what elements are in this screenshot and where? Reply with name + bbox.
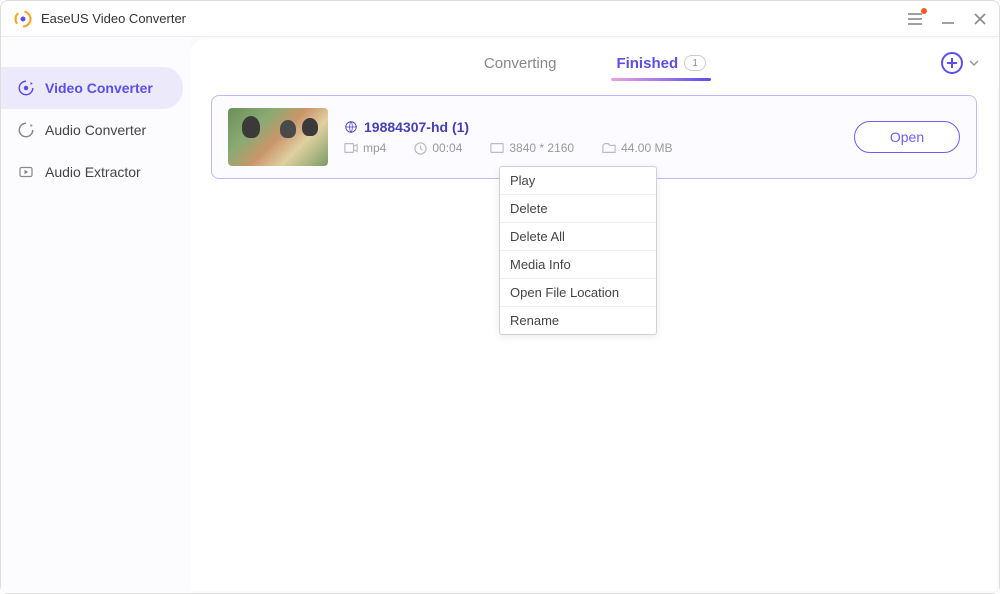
- context-menu-rename[interactable]: Rename: [500, 307, 656, 334]
- chevron-down-icon: [969, 58, 979, 68]
- app-title: EaseUS Video Converter: [41, 11, 907, 26]
- video-icon: [344, 142, 358, 154]
- close-button[interactable]: [973, 12, 987, 26]
- open-button[interactable]: Open: [854, 121, 960, 153]
- file-meta-row: mp4 00:04 3840 * 2160: [344, 141, 838, 155]
- tabs-actions: [941, 52, 979, 74]
- add-button[interactable]: [941, 52, 963, 74]
- sidebar-item-audio-converter[interactable]: Audio Converter: [1, 109, 183, 151]
- finished-count-badge: 1: [684, 55, 706, 71]
- context-menu-open-location[interactable]: Open File Location: [500, 279, 656, 307]
- file-format: mp4: [344, 141, 386, 155]
- video-thumbnail: [228, 108, 328, 166]
- tab-finished[interactable]: Finished 1: [586, 39, 736, 87]
- sidebar-item-video-converter[interactable]: Video Converter: [1, 67, 183, 109]
- tab-converting[interactable]: Converting: [454, 39, 587, 87]
- sidebar-item-label: Video Converter: [45, 80, 153, 96]
- context-menu-delete[interactable]: Delete: [500, 195, 656, 223]
- file-resolution: 3840 * 2160: [490, 141, 574, 155]
- sidebar-item-label: Audio Extractor: [45, 164, 141, 180]
- app-window: EaseUS Video Converter Video Converter: [0, 0, 1000, 594]
- file-size: 44.00 MB: [602, 141, 672, 155]
- resolution-icon: [490, 142, 504, 154]
- folder-icon: [602, 142, 616, 154]
- plus-icon: [946, 57, 958, 69]
- context-menu-play[interactable]: Play: [500, 167, 656, 195]
- audio-converter-icon: [17, 121, 35, 139]
- add-dropdown-button[interactable]: [969, 58, 979, 68]
- app-logo-icon: [13, 9, 33, 29]
- video-converter-icon: [17, 79, 35, 97]
- audio-extractor-icon: [17, 163, 35, 181]
- context-menu-delete-all[interactable]: Delete All: [500, 223, 656, 251]
- tabs-row: Converting Finished 1: [191, 39, 999, 87]
- clock-icon: [414, 142, 427, 155]
- link-icon: [344, 120, 358, 134]
- file-info: 19884307-hd (1) mp4 00:04: [344, 119, 838, 155]
- file-list: 19884307-hd (1) mp4 00:04: [191, 87, 997, 591]
- tab-label: Converting: [484, 55, 557, 72]
- sidebar: Video Converter Audio Converter Audio Ex…: [1, 37, 191, 593]
- file-name: 19884307-hd (1): [364, 119, 469, 135]
- file-title-row: 19884307-hd (1): [344, 119, 838, 135]
- titlebar: EaseUS Video Converter: [1, 1, 999, 37]
- window-controls: [907, 12, 987, 26]
- file-duration: 00:04: [414, 141, 462, 155]
- minimize-button[interactable]: [941, 12, 955, 26]
- menu-button[interactable]: [907, 12, 923, 26]
- context-menu: Play Delete Delete All Media Info Open F…: [499, 166, 657, 335]
- sidebar-item-audio-extractor[interactable]: Audio Extractor: [1, 151, 183, 193]
- context-menu-media-info[interactable]: Media Info: [500, 251, 656, 279]
- notification-dot-icon: [921, 8, 927, 14]
- sidebar-item-label: Audio Converter: [45, 122, 146, 138]
- tab-label: Finished: [616, 55, 678, 72]
